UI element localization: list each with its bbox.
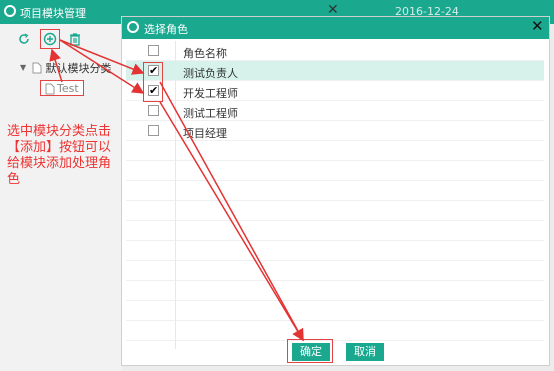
arrow-to-confirm-2 [159,101,304,342]
annotation-arrows [49,39,304,342]
arrow-to-role2 [59,39,145,94]
arrow-to-role1 [59,39,145,75]
arrow-to-confirm-1 [159,81,304,342]
arrow-to-add [49,48,63,83]
